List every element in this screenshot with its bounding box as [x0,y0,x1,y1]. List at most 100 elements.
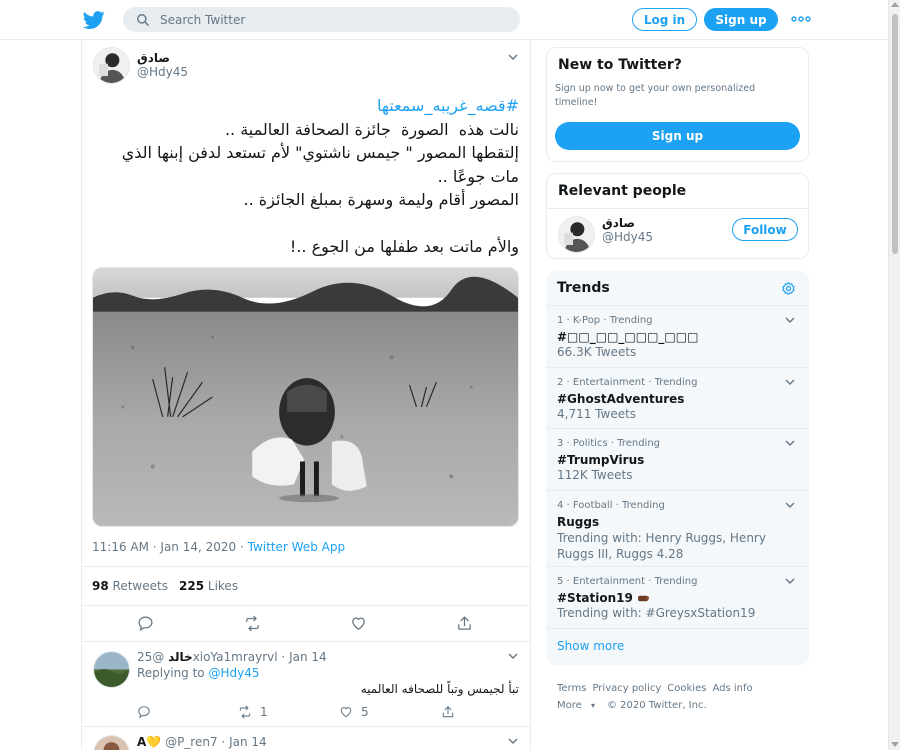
reply-share-button[interactable] [441,705,463,719]
scrollbar-thumb[interactable] [892,14,898,254]
reply-separator: · [281,650,286,664]
new-to-twitter-title: New to Twitter? [558,57,682,73]
share-icon [442,706,454,718]
reply-reply-button[interactable] [137,705,159,719]
reply-text: تبأ لجيمس وتباً للصحافه العالميه [360,682,519,696]
login-button[interactable]: Log in [632,8,697,31]
reply-author-name[interactable]: A💛 [137,735,161,749]
reply-author-handle[interactable]: @25xioYa1mrayrvl [137,650,278,664]
sidebar-signup-button[interactable]: Sign up [555,122,800,150]
trend-count: Trending with: #GreysxStation19 [557,606,756,620]
reply-author-name[interactable]: خالد [168,650,193,664]
scroll-up-arrow-icon[interactable] [891,2,899,7]
footer-more-label: More [557,700,582,711]
retweet-icon[interactable] [244,615,261,632]
share-icon[interactable] [456,615,473,632]
search-box[interactable] [123,7,520,32]
reply-author-handle[interactable]: @P_ren7 [165,735,218,749]
trend-name-text: #Station19 [557,591,633,605]
trend-meta: 1 · K-Pop · Trending [557,315,653,326]
trend-count: Trending with: Henry Ruggs, Henry Ruggs … [557,531,766,561]
reply-date[interactable]: Jan 14 [289,650,327,664]
tweet-actions [82,606,530,642]
trends-show-more-link[interactable]: Show more [557,639,624,653]
page-scrollbar[interactable] [888,0,900,750]
more-options-icon[interactable] [791,13,811,25]
trend-name: Ruggs [557,515,600,529]
author-name[interactable]: صادق [137,51,170,65]
top-bar: Log in Sign up [0,0,888,40]
follow-button[interactable]: Follow [732,218,798,241]
search-input[interactable] [160,12,500,27]
reply-retweet-button[interactable]: 1 [238,705,268,719]
retweets-stat[interactable]: 98 Retweets [92,579,168,593]
tweet-source-link[interactable]: Twitter Web App [248,540,345,554]
trend-item[interactable]: 3 · Politics · Trending #TrumpVirus 112K… [546,428,809,490]
footer-more-link[interactable]: More ▾ [557,700,601,711]
reply-icon [138,706,150,719]
footer-terms-link[interactable]: Terms [557,683,586,694]
trend-item[interactable]: 5 · Entertainment · Trending #Station19 … [546,566,809,628]
trend-options-chevron-icon[interactable] [785,317,795,323]
reply-icon[interactable] [137,615,154,632]
trend-options-chevron-icon[interactable] [785,578,795,584]
trends-card: Trends 1 · K-Pop · Trending #□□_□□_□□□_□… [546,271,809,665]
likes-stat[interactable]: 225 Likes [179,579,238,593]
twitter-logo-icon[interactable] [83,9,105,31]
signup-button[interactable]: Sign up [704,8,778,31]
tweet-photo[interactable] [92,267,519,527]
retweet-icon [239,705,251,719]
author-handle[interactable]: @Hdy45 [137,65,188,79]
trend-options-chevron-icon[interactable] [785,502,795,508]
new-to-twitter-card: New to Twitter? Sign up now to get your … [546,47,809,162]
trend-name: #GhostAdventures [557,392,685,406]
retweets-label: Retweets [112,579,168,593]
reply-options-chevron-icon[interactable] [508,653,518,659]
footer-privacy-link[interactable]: Privacy policy [592,683,661,694]
author-avatar[interactable] [93,47,130,84]
trend-item[interactable]: 4 · Football · Trending Ruggs Trending w… [546,490,809,566]
trend-count: 66.3K Tweets [557,345,637,359]
tweet-body: نالت هذه الصورة جائزة الصحافة العالمية .… [121,119,519,257]
trend-name: #TrumpVirus [557,453,645,467]
trend-item[interactable]: 1 · K-Pop · Trending #□□_□□_□□□_□□□ 66.3… [546,305,809,367]
footer-cookies-link[interactable]: Cookies [667,683,706,694]
reply-header: A💛 @P_ren7 · Jan 14 [137,735,267,749]
trend-options-chevron-icon[interactable] [785,440,795,446]
person-handle[interactable]: @Hdy45 [602,230,653,244]
reply-like-count: 5 [361,705,369,719]
reply-separator: · [221,735,226,749]
trend-meta: 2 · Entertainment · Trending [557,377,698,388]
trend-count: 112K Tweets [557,468,633,482]
trend-meta: 4 · Football · Trending [557,500,665,511]
divider [547,208,808,209]
reply-author-avatar[interactable] [93,651,130,688]
trends-settings-gear-icon[interactable] [781,281,796,296]
likes-label: Likes [207,579,239,593]
trend-item[interactable]: 2 · Entertainment · Trending #GhostAdven… [546,367,809,428]
trend-options-chevron-icon[interactable] [785,379,795,385]
reply-options-chevron-icon[interactable] [508,738,518,744]
tweet-timestamp[interactable]: 11:16 AM · Jan 14, 2020 [92,540,236,554]
divider [546,628,809,629]
reply-like-button[interactable]: 5 [339,705,369,719]
trend-name: #□□_□□_□□□_□□□ [557,330,699,344]
person-avatar[interactable] [558,216,595,253]
reply-date[interactable]: Jan 14 [229,735,267,749]
trend-name: #Station19 [557,591,650,605]
footer-ads-link[interactable]: Ads info [712,683,752,694]
trend-meta: 5 · Entertainment · Trending [557,576,698,587]
replying-to-prefix: Replying to [137,666,209,680]
replying-to-handle-link[interactable]: @Hdy45 [208,666,259,680]
like-heart-icon [340,707,352,718]
tweet-options-chevron-icon[interactable] [508,54,518,60]
reply-retweet-count: 1 [260,705,268,719]
tweet-hashtag-link[interactable]: #قصه_غريبه_سمعتها [377,96,519,115]
person-name[interactable]: صادق [602,216,635,230]
like-heart-icon[interactable] [350,615,367,632]
replying-to: Replying to @Hdy45 [137,666,259,680]
search-icon [137,13,149,26]
scroll-down-arrow-icon[interactable] [891,742,899,747]
trend-meta: 3 · Politics · Trending [557,438,661,449]
footer-more-chevron-icon: ▾ [590,701,595,710]
